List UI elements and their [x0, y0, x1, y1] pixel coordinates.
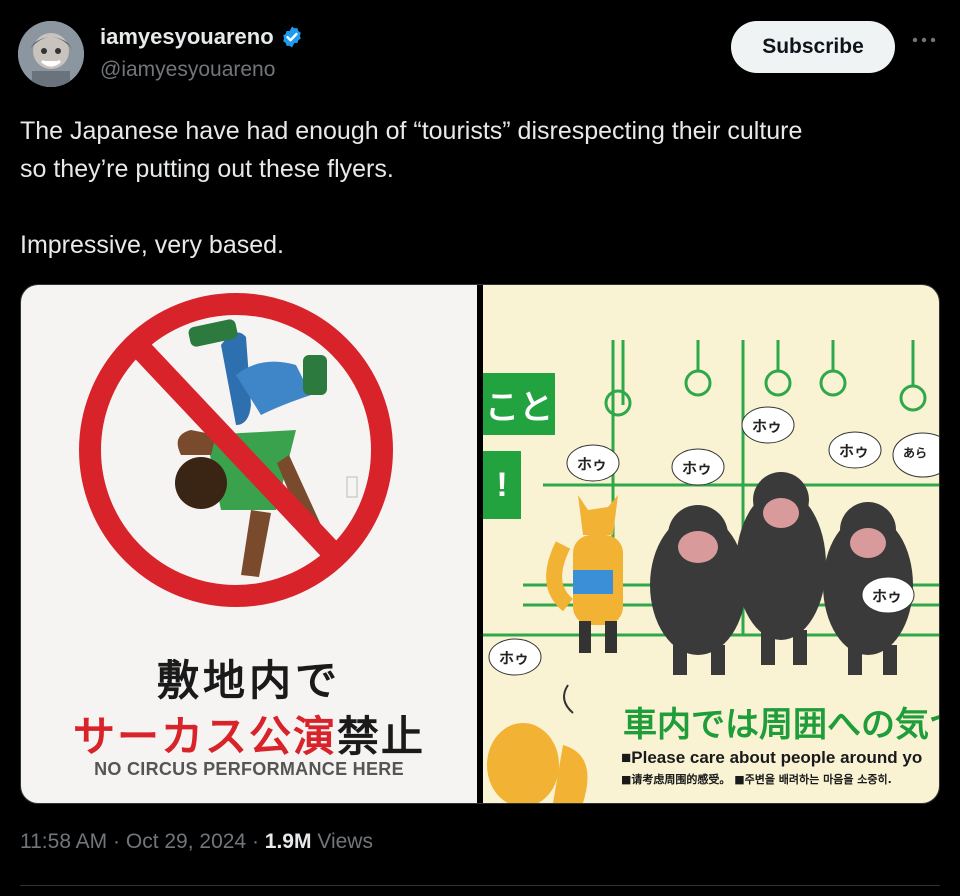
media-image-no-circus-flyer[interactable]: 敷地内で サーカス公演禁止 NO CIRCUS PERFORMANCE HERE — [21, 285, 477, 803]
author-display-name[interactable]: iamyesyouareno — [100, 24, 274, 50]
fox-reading — [546, 495, 623, 653]
flyer-english-line: ■Please care about people around yo — [621, 748, 923, 767]
flyer-jp-prohibited-text: 禁止 — [337, 712, 426, 761]
meta-separator: · — [251, 830, 259, 853]
flyer-second-green-box: ! — [483, 451, 521, 519]
divider — [20, 885, 940, 886]
verified-badge-icon[interactable] — [280, 25, 304, 49]
bubble-text: ホゥ — [872, 587, 902, 605]
author-handle[interactable]: @iamyesyouareno — [100, 58, 275, 82]
flyer-zh-ko-line: ■请考虑周围的感受。 ■주변을 배려하는 마음을 소중히. — [621, 773, 892, 786]
avatar-image — [18, 21, 84, 87]
media-image-train-manners-flyer[interactable]: ホゥ ホゥ ホゥ ホゥ ホゥ ホゥ あら こと ! 車内では周囲への気つ ■Pl… — [483, 285, 939, 803]
bubble-text: ホゥ — [839, 442, 869, 460]
tweet-text-line: Impressive, very based. — [20, 231, 284, 259]
views-count: 1.9M — [264, 830, 312, 853]
bubble-text: ホゥ — [682, 459, 712, 477]
more-horizontal-icon[interactable] — [910, 28, 938, 52]
tweet-text-line: so they’re putting out these flyers. — [20, 155, 394, 183]
flyer-jp-circus-text: サーカス公演 — [72, 712, 337, 761]
bubble-text: ホゥ — [577, 455, 607, 473]
bubble-text: あら — [903, 446, 927, 460]
tweet-text: The Japanese have had enough of “tourist… — [20, 112, 940, 264]
squirrel — [487, 684, 588, 803]
flyer-english-notice: NO CIRCUS PERFORMANCE HERE — [94, 759, 404, 779]
monkeys — [650, 472, 913, 675]
tweet-text-line: The Japanese have had enough of “tourist… — [20, 117, 803, 145]
bubble-text: ホゥ — [499, 649, 529, 667]
flyer-jp-heading: 車内では周囲への気つ — [623, 705, 939, 745]
views-label: Views — [317, 830, 373, 853]
no-circus-prohibition-illustration — [79, 293, 393, 607]
author-name-row: iamyesyouareno — [100, 24, 304, 50]
tweet-media[interactable]: 敷地内で サーカス公演禁止 NO CIRCUS PERFORMANCE HERE — [20, 284, 940, 804]
author-avatar[interactable] — [18, 21, 84, 87]
flyer-jp-line1: 敷地内で — [156, 656, 341, 705]
tweet-date[interactable]: Oct 29, 2024 — [126, 830, 246, 853]
tweet-time[interactable]: 11:58 AM — [20, 830, 107, 853]
bubble-text: ホゥ — [752, 417, 782, 435]
flyer-jp-line2: サーカス公演禁止 — [21, 703, 477, 764]
subscribe-button[interactable]: Subscribe — [731, 21, 895, 73]
meta-separator: · — [113, 830, 121, 853]
tweet-meta: 11:58 AM · Oct 29, 2024 · 1.9M Views — [20, 830, 373, 854]
flyer-top-green-box: こと — [483, 373, 555, 435]
